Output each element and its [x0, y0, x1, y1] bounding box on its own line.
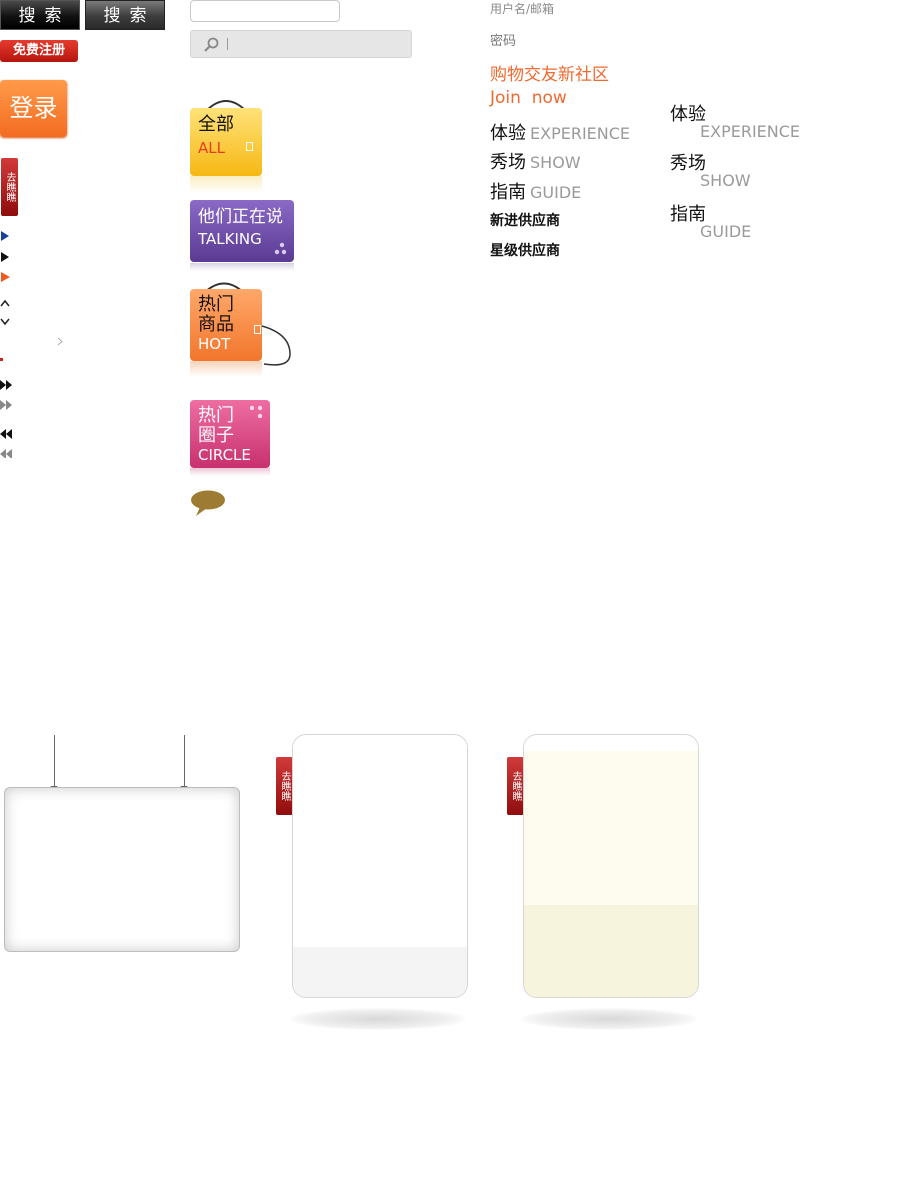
nav-a-experience-cn: 体验	[490, 123, 526, 144]
category-circle[interactable]: 热门 圈子 CIRCLE	[190, 400, 270, 468]
category-talking[interactable]: 他们正在说 TALKING	[190, 200, 294, 262]
register-button[interactable]: 免费注册	[0, 40, 78, 62]
category-circle-en: CIRCLE	[198, 446, 251, 464]
nav-a-guide-cn: 指南	[490, 182, 526, 203]
nav-b-guide[interactable]: 指南 GUIDE	[670, 200, 751, 241]
speech-bubble-icon	[191, 490, 225, 516]
go-look-tag[interactable]: 去瞧瞧	[507, 757, 524, 815]
tile-reflection	[190, 176, 262, 194]
category-talking-en: TALKING	[198, 230, 262, 248]
arrow-right-orange-icon	[1, 272, 10, 282]
card-panel-white	[292, 734, 468, 998]
nav-a-guide[interactable]: 指南 GUIDE	[490, 178, 581, 204]
chevron-small-icons	[0, 299, 10, 326]
go-look-tag[interactable]: 去瞧瞧	[1, 158, 18, 216]
category-hot[interactable]: 热门 商品 HOT	[190, 289, 262, 361]
search-icon	[204, 37, 219, 52]
star-suppliers-link[interactable]: 星级供应商	[490, 240, 560, 260]
card-shadow	[521, 1008, 697, 1030]
nav-a-show-cn: 秀场	[490, 152, 526, 173]
card-footer	[524, 905, 698, 997]
category-hot-cn-1: 热门	[198, 294, 234, 315]
category-hot-cn-2: 商品	[198, 314, 234, 335]
card-shadow	[290, 1008, 466, 1030]
category-hot-en: HOT	[198, 335, 231, 353]
tile-reflection	[190, 263, 294, 271]
hanging-frame-panel	[4, 787, 240, 952]
search-button-gray[interactable]: 搜索	[85, 0, 165, 30]
join-now-link[interactable]: Join now	[490, 88, 567, 108]
nav-a-show[interactable]: 秀场 SHOW	[490, 148, 581, 174]
username-label: 用户名/邮箱	[490, 2, 555, 16]
category-circle-cn-2: 圈子	[198, 425, 234, 446]
hanging-wire-right	[184, 735, 185, 787]
double-arrows-icon	[0, 380, 12, 458]
nav-b-guide-en: GUIDE	[700, 222, 752, 241]
dots-icon	[249, 405, 263, 419]
password-label: 密码	[490, 34, 517, 49]
nav-b-show-en: SHOW	[700, 171, 751, 190]
tile-reflection	[190, 468, 270, 476]
card-panel-cream	[523, 734, 699, 998]
nav-a-experience-en: EXPERIENCE	[530, 124, 631, 143]
username-input[interactable]	[190, 0, 340, 22]
dots-icon	[274, 242, 287, 255]
tile-reflection	[190, 361, 262, 377]
hanging-wire-left	[54, 735, 55, 787]
text-cursor	[227, 38, 228, 50]
card-footer	[293, 947, 467, 997]
card-header	[524, 735, 698, 751]
tag-clip	[246, 142, 253, 151]
string-icon	[261, 325, 291, 366]
go-look-tag[interactable]: 去瞧瞧	[276, 757, 293, 815]
arrow-right-blue-icon	[1, 231, 9, 241]
nav-b-experience[interactable]: 体验 EXPERIENCE	[670, 100, 800, 141]
nav-b-show[interactable]: 秀场 SHOW	[670, 149, 751, 190]
category-all[interactable]: 全部 ALL	[190, 108, 262, 176]
category-talking-cn: 他们正在说	[198, 207, 283, 227]
tiny-arrow-icon	[57, 337, 63, 346]
category-all-cn: 全部	[198, 114, 234, 135]
slogan-text: 购物交友新社区	[490, 65, 609, 85]
arrow-right-black-icon	[1, 252, 9, 262]
nav-a-guide-en: GUIDE	[530, 183, 582, 202]
nav-a-experience[interactable]: 体验 EXPERIENCE	[490, 119, 630, 145]
search-button-dark[interactable]: 搜索	[0, 0, 80, 30]
new-suppliers-link[interactable]: 新进供应商	[490, 210, 560, 230]
login-button[interactable]: 登录	[0, 80, 67, 137]
red-dot	[0, 358, 3, 361]
nav-a-show-en: SHOW	[530, 153, 581, 172]
search-bar[interactable]	[190, 30, 412, 58]
nav-b-experience-en: EXPERIENCE	[700, 122, 801, 141]
